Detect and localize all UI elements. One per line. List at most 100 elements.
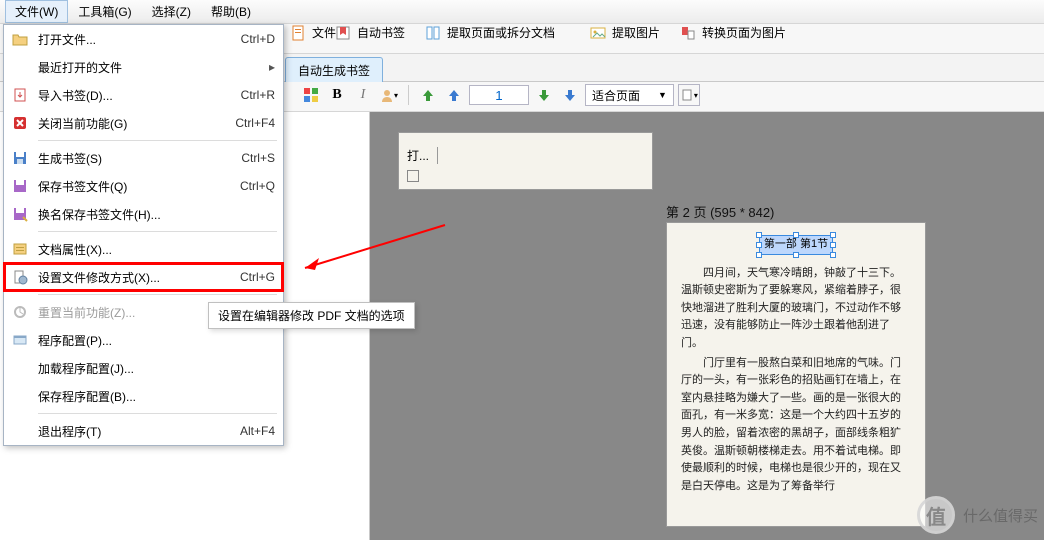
page-2-label: 第 2 页 (595 * 842) [666,202,774,221]
menu-item-label: 退出程序(T) [38,423,228,440]
arrow-down-blue-icon [563,88,577,102]
menu-item-label: 保存书签文件(Q) [38,178,228,195]
arrow-down-green-icon [537,88,551,102]
menu-item-label: 文档属性(X)... [38,241,275,258]
document-viewport[interactable]: 打... 第 2 页 (595 * 842) 第一部 第1节 四月间，天气寒冷晴… [370,112,1044,540]
import-icon [12,87,28,103]
folder-open-icon [12,31,28,47]
menu-item-label: 保存程序配置(B)... [38,388,275,405]
checkbox-icon [407,170,419,182]
config-icon [12,332,28,348]
menu-program-config[interactable]: 程序配置(P)... [4,326,283,354]
menu-item-label: 关闭当前功能(G) [38,115,223,132]
tool-open-file[interactable]: 文件 [290,24,336,41]
user-icon [380,88,394,102]
paragraph: 四月间，天气寒冷晴朗，钟敲了十三下。温斯顿史密斯为了要躲寒风，紧缩着脖子，很快地… [681,265,911,353]
annotation-arrow [285,220,450,275]
paragraph: 门厅里有一股熬白菜和旧地席的气味。门厅的一头，有一张彩色的招贴画钉在墙上，在室内… [681,355,911,496]
tool-label: 转换页面为图片 [702,24,786,41]
tool-split-doc[interactable]: 提取页面或拆分文档 [425,24,555,41]
tool-label: 提取图片 [612,24,660,41]
document-icon [290,25,306,41]
watermark: 值 什么值得买 [917,496,1038,534]
page-2: 第一部 第1节 四月间，天气寒冷晴朗，钟敲了十三下。温斯顿史密斯为了要躲寒风，紧… [666,222,926,527]
menu-file[interactable]: 文件(W) [5,0,68,23]
shortcut: Ctrl+F4 [235,116,275,130]
menu-item-label: 加载程序配置(J)... [38,360,275,377]
italic-button[interactable]: I [352,84,374,106]
tool-label: 提取页面或拆分文档 [447,24,555,41]
menu-item-label: 设置文件修改方式(X)... [38,269,228,286]
palette-button[interactable] [300,84,322,106]
tool-extract-img[interactable]: 提取图片 [590,24,660,41]
table-row [407,170,644,182]
menu-load-config[interactable]: 加载程序配置(J)... [4,354,283,382]
bold-button[interactable]: B [326,84,348,106]
save-bookmark-icon [12,178,28,194]
menu-open-file[interactable]: 打开文件... Ctrl+D [4,25,283,53]
separator [408,85,409,105]
highlight-text: 第一部 第1节 [764,238,828,250]
menu-toolbox[interactable]: 工具箱(G) [68,0,141,23]
menu-item-label: 换名保存书签文件(H)... [38,206,275,223]
menu-import-bookmark[interactable]: 导入书签(D)... Ctrl+R [4,81,283,109]
menu-item-label: 打开文件... [38,31,229,48]
tooltip: 设置在编辑器修改 PDF 文档的选项 [208,302,415,329]
convert-icon [680,25,696,41]
tool-label: 自动书签 [357,24,405,41]
arrow-up-blue-icon [447,88,461,102]
shortcut: Ctrl+R [241,88,275,102]
split-icon [425,25,441,41]
menu-generate-bookmark[interactable]: 生成书签(S) Ctrl+S [4,144,283,172]
watermark-logo-icon: 值 [917,496,955,534]
menu-doc-properties[interactable]: 文档属性(X)... [4,235,283,263]
properties-icon [12,241,28,257]
page-number-input[interactable] [469,85,529,105]
menu-exit[interactable]: 退出程序(T) Alt+F4 [4,417,283,445]
nav-down-button[interactable] [533,84,555,106]
reset-icon [12,304,28,320]
shortcut: Ctrl+D [241,32,275,46]
tool-auto-bookmark[interactable]: 自动书签 [335,24,405,41]
page1-cell-label: 打... [407,147,438,164]
prev-page-button[interactable] [417,84,439,106]
shortcut: Ctrl+S [241,151,275,165]
menu-recent-files[interactable]: 最近打开的文件 [4,53,283,81]
menu-separator [38,231,277,232]
selected-text-highlight[interactable]: 第一部 第1节 [759,235,833,255]
zoom-label: 适合页面 [592,87,640,104]
menu-save-config[interactable]: 保存程序配置(B)... [4,382,283,410]
zoom-select[interactable]: 适合页面▼ [585,84,674,106]
user-button[interactable]: ▾ [378,84,400,106]
bookmark-icon [335,25,351,41]
save-icon [12,150,28,166]
tab-auto-bookmark[interactable]: 自动生成书签 [285,57,383,83]
menu-item-label: 生成书签(S) [38,150,229,167]
table-row: 打... [407,147,644,164]
page-layout-icon [680,88,694,102]
shortcut: Alt+F4 [240,424,275,438]
menu-separator [38,294,277,295]
menu-set-file-modify[interactable]: 设置文件修改方式(X)... Ctrl+G [4,263,283,291]
watermark-text: 什么值得买 [963,505,1038,526]
menubar: 文件(W) 工具箱(G) 选择(Z) 帮助(B) [0,0,1044,24]
menu-save-as-bookmark[interactable]: 换名保存书签文件(H)... [4,200,283,228]
menu-item-label: 最近打开的文件 [38,59,261,76]
shortcut: Ctrl+Q [240,179,275,193]
menu-select[interactable]: 选择(Z) [142,0,201,23]
palette-icon [303,87,319,103]
menu-item-label: 导入书签(D)... [38,87,229,104]
tool-to-img[interactable]: 转换页面为图片 [680,24,786,41]
menu-separator [38,413,277,414]
nav-up-button[interactable] [443,84,465,106]
image-icon [590,25,606,41]
save-as-icon [12,206,28,222]
menu-close-function[interactable]: 关闭当前功能(G) Ctrl+F4 [4,109,283,137]
menu-save-bookmark[interactable]: 保存书签文件(Q) Ctrl+Q [4,172,283,200]
menu-help[interactable]: 帮助(B) [201,0,261,23]
tool-label: 文件 [312,24,336,41]
arrow-up-green-icon [421,88,435,102]
gear-doc-icon [12,269,28,285]
next-page-button[interactable] [559,84,581,106]
view-mode-button[interactable]: ▾ [678,84,700,106]
